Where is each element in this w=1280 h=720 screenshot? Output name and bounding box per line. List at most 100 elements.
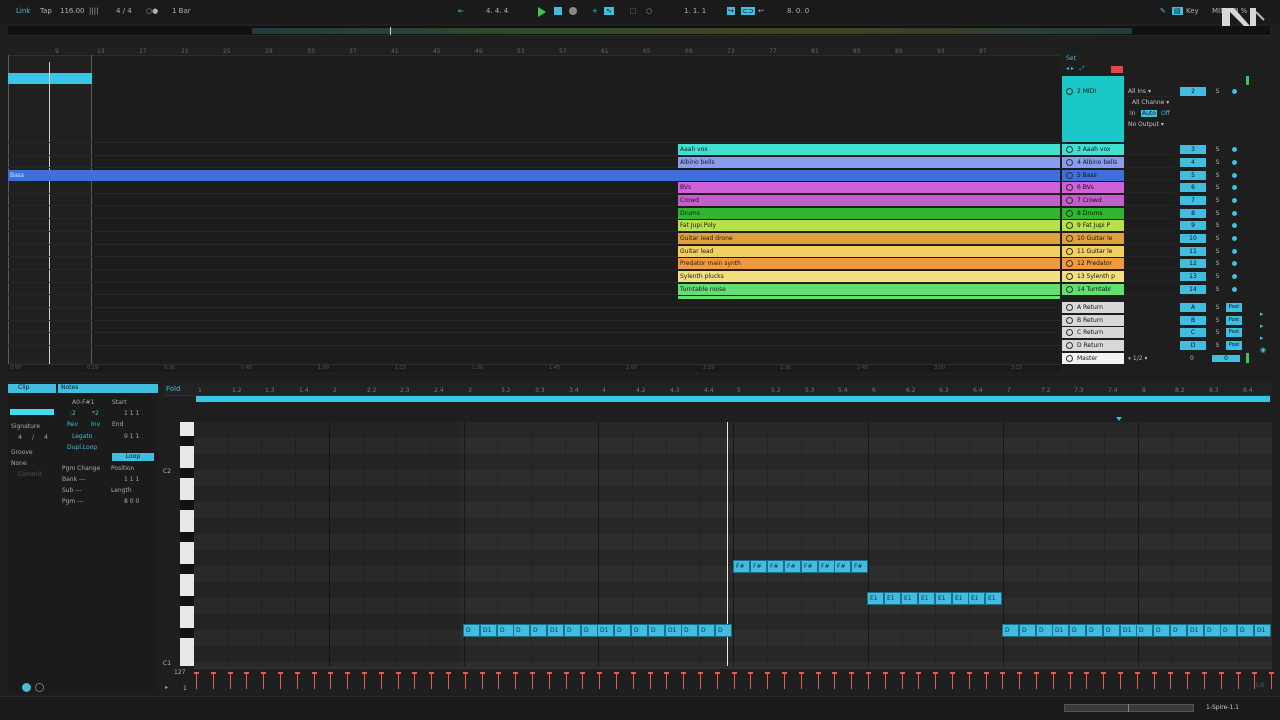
track-activator-icon[interactable] [1066,210,1073,217]
velocity-marker[interactable] [564,672,569,689]
velocity-marker[interactable] [295,672,300,689]
track-activator-icon[interactable] [1066,222,1073,229]
halve-button[interactable]: :2 [70,410,76,417]
track-header[interactable]: 2 MIDI [1062,86,1124,142]
velocity-marker[interactable] [412,672,417,689]
midi-note-d[interactable]: D1 [547,624,564,637]
midi-note-d[interactable]: D [614,624,631,637]
midi-note-f-sharp[interactable]: F# [767,560,784,573]
draw-mode-icon[interactable]: ✎ [1160,7,1166,15]
start-field[interactable]: 1 1 1 [124,410,139,417]
track-header[interactable]: 5 Bass [1062,170,1124,181]
signature-numerator[interactable]: 4 [18,434,22,441]
midi-note-d[interactable]: D [564,624,581,637]
midi-note-d[interactable]: D [698,624,715,637]
arrangement-nav-icons[interactable]: ◂ ▸ ⤢ [1066,65,1084,73]
midi-note-d[interactable]: D [1069,624,1086,637]
velocity-marker[interactable] [547,672,552,689]
velocity-marker[interactable] [715,672,720,689]
track-number-button[interactable]: 3 [1180,145,1206,154]
post-fader-button[interactable]: Post [1226,316,1242,325]
track-header[interactable]: 11 Guitar le [1062,246,1124,257]
show-clip-icon[interactable] [22,683,31,692]
return-letter-button[interactable]: A [1180,303,1206,312]
midi-note-d[interactable]: D1 [1052,624,1069,637]
track-activator-icon[interactable] [1066,304,1073,311]
arm-indicator[interactable] [1232,173,1237,178]
midi-note-d[interactable]: D [1103,624,1120,637]
midi-note-d[interactable]: D [681,624,698,637]
velocity-marker[interactable] [1101,672,1106,689]
velocity-marker[interactable] [916,672,921,689]
input-channel-select[interactable]: All Channe ▾ [1132,99,1169,106]
signature-field[interactable]: 4 / 4 [116,7,132,15]
groove-select[interactable]: None [11,460,27,467]
arm-indicator[interactable] [1232,185,1237,190]
midi-note-d[interactable]: D [1036,624,1053,637]
length-field[interactable]: 8 0 0 [124,498,139,505]
session-slot[interactable] [1126,170,1174,181]
return-track-header[interactable]: C Return [1062,327,1124,338]
arm-indicator[interactable] [1232,261,1237,266]
midi-note-d[interactable]: D [497,624,514,637]
velocity-marker[interactable] [194,672,199,689]
velocity-marker[interactable] [1269,672,1274,689]
post-fader-button[interactable]: Post [1226,303,1242,312]
track-number-button[interactable]: 12 [1180,259,1206,268]
midi-note-f-sharp[interactable]: F# [750,560,767,573]
midi-note-e1[interactable]: E1 [985,592,1002,605]
solo-button[interactable]: S [1213,209,1222,218]
session-slot[interactable] [1126,208,1174,219]
track-number-button[interactable]: 11 [1180,247,1206,256]
solo-button[interactable]: S [1213,234,1222,243]
track-activator-icon[interactable] [1066,184,1073,191]
track-number-button[interactable]: 6 [1180,183,1206,192]
velocity-marker[interactable] [1017,672,1022,689]
loop-brace[interactable] [8,73,92,84]
track-activator-icon[interactable] [1066,197,1073,204]
arrangement-clip[interactable]: Drums [678,208,1060,219]
midi-note-f-sharp[interactable]: F# [818,560,835,573]
legato-button[interactable]: Legato [72,433,92,440]
midi-note-d[interactable]: D [1153,624,1170,637]
arm-indicator[interactable] [1232,223,1237,228]
fold-button[interactable]: Fold [166,385,180,393]
track-activator-icon[interactable] [1066,146,1073,153]
track-number-button[interactable]: 10 [1180,234,1206,243]
velocity-marker[interactable] [211,672,216,689]
hide-clip-icon[interactable] [35,683,44,692]
arm-indicator[interactable] [1232,236,1237,241]
velocity-marker[interactable] [228,672,233,689]
piano-keyboard[interactable] [180,422,194,666]
track-activator-icon[interactable] [1066,172,1073,179]
midi-note-f-sharp[interactable]: F# [851,560,868,573]
midi-note-e1[interactable]: E1 [918,592,935,605]
tap-button[interactable]: Tap [40,7,52,15]
velocity-marker[interactable] [900,672,905,689]
clip-tab[interactable]: Clip [8,384,56,393]
midi-note-d[interactable]: D [463,624,480,637]
monitor-in-button[interactable]: In [1130,110,1136,117]
clip-color-swatch[interactable] [10,409,54,415]
midi-note-d[interactable]: D [715,624,732,637]
velocity-marker[interactable] [1000,672,1005,689]
track-header[interactable]: 13 Sylenth p [1062,271,1124,282]
master-track-header[interactable]: Master [1062,353,1124,364]
midi-note-d[interactable]: D [1237,624,1254,637]
track-number-button[interactable]: 14 [1180,285,1206,294]
track-number-button[interactable]: 2 [1180,87,1206,96]
program-field[interactable]: Pgm --- [62,498,84,505]
view-toggle-icon[interactable]: ▸ [1260,322,1264,330]
solo-button[interactable]: S [1213,328,1222,337]
return-letter-button[interactable]: C [1180,328,1206,337]
velocity-marker[interactable] [278,672,283,689]
velocity-marker[interactable] [832,672,837,689]
velocity-marker[interactable] [496,672,501,689]
session-record-icon[interactable]: ○ [646,7,652,15]
velocity-marker[interactable] [1202,672,1207,689]
track-header[interactable]: 9 Fat Jupi P [1062,220,1124,231]
midi-note-d[interactable]: D1 [1120,624,1137,637]
velocity-marker[interactable] [1051,672,1056,689]
midi-note-d[interactable]: D [1086,624,1103,637]
velocity-marker[interactable] [312,672,317,689]
